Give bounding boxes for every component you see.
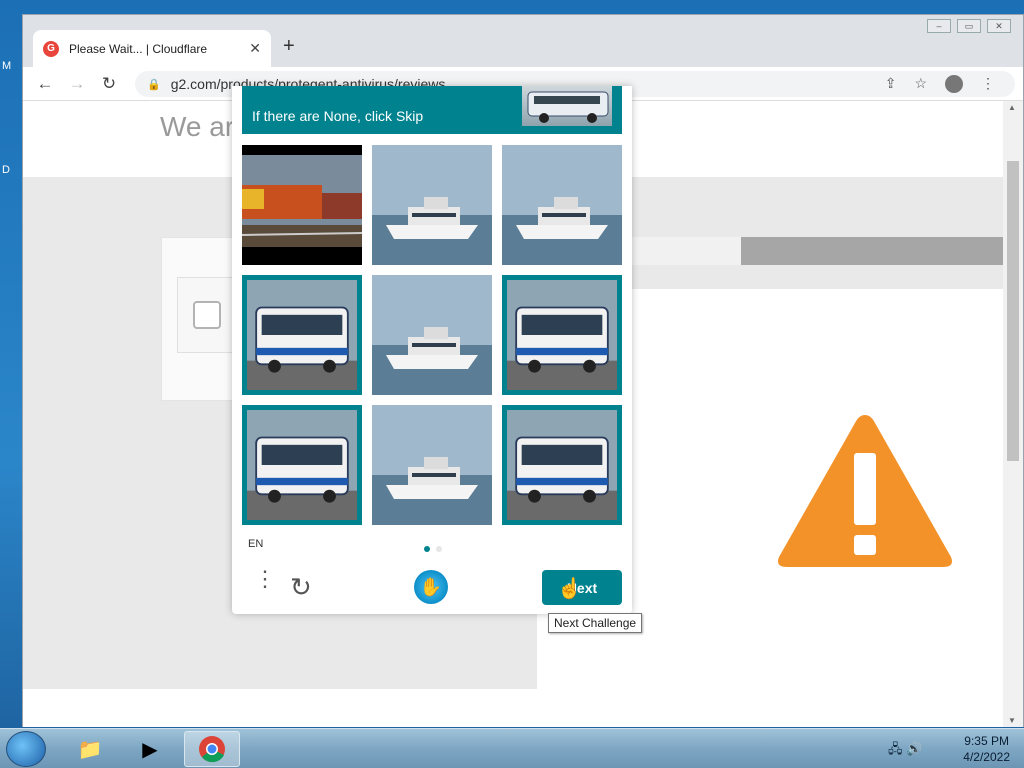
file-explorer-icon[interactable]: 📁 — [62, 731, 118, 767]
hand-cursor-icon: ☝ — [557, 578, 582, 600]
desktop-icon-label: M — [2, 60, 12, 72]
page-dot-active — [424, 546, 430, 552]
next-tooltip: Next Challenge — [548, 613, 643, 633]
lock-icon: 🔒 — [147, 78, 161, 91]
new-tab-button[interactable]: + — [283, 35, 295, 58]
page-dot — [436, 546, 442, 552]
taskbar: 📁 ▶ 🖧 🔊 9:35 PM 4/2/2022 — [0, 728, 1024, 768]
captcha-image-tile-bus[interactable] — [502, 275, 622, 395]
bookmark-star-icon[interactable]: ☆ — [914, 75, 927, 93]
browser-tab[interactable]: G Please Wait... | Cloudflare ✕ — [33, 30, 271, 67]
captcha-image-tile-boat[interactable] — [372, 405, 492, 525]
forward-icon[interactable]: → — [61, 74, 93, 94]
chrome-icon[interactable] — [184, 731, 240, 767]
reload-icon[interactable]: ↻ — [93, 74, 125, 94]
menu-icon[interactable]: ⋮ — [254, 568, 276, 590]
captcha-checkbox[interactable] — [193, 301, 221, 329]
minimize-icon[interactable]: – — [927, 19, 951, 33]
page-indicator — [424, 546, 442, 552]
start-button[interactable] — [6, 731, 46, 767]
prompt-text: If there are None, click Skip — [252, 108, 424, 124]
next-button[interactable]: Next — [542, 570, 622, 605]
media-player-icon[interactable]: ▶ — [122, 731, 178, 767]
example-image — [522, 86, 612, 126]
scroll-up-icon[interactable]: ▲ — [1008, 103, 1016, 112]
clock-date: 4/2/2022 — [963, 750, 1010, 764]
desktop-icon-label: D — [2, 164, 10, 176]
g2-favicon-icon: G — [43, 40, 59, 57]
scroll-down-icon[interactable]: ▼ — [1008, 716, 1016, 725]
decor-bar — [623, 237, 741, 265]
captcha-challenge-modal: If there are None, click Skip EN ⋮ ↻ ✋ N… — [232, 86, 632, 614]
close-icon[interactable]: ✕ — [987, 19, 1011, 33]
captcha-image-tile-train[interactable] — [242, 145, 362, 265]
scroll-thumb[interactable] — [1007, 161, 1019, 461]
warning-icon — [775, 411, 955, 576]
language-selector[interactable]: EN — [248, 538, 263, 550]
title-bar: G Please Wait... | Cloudflare ✕ + – ▭ ✕ — [23, 15, 1023, 67]
profile-avatar-icon[interactable] — [945, 75, 963, 93]
tray-network-volume-icon[interactable]: 🖧 🔊 — [888, 740, 922, 762]
clock[interactable]: 9:35 PM 4/2/2022 — [963, 733, 1010, 765]
clock-time: 9:35 PM — [964, 734, 1009, 748]
captcha-image-tile-bus[interactable] — [242, 405, 362, 525]
share-icon[interactable]: ⇪ — [885, 75, 897, 93]
captcha-image-tile-boat[interactable] — [502, 145, 622, 265]
window-controls-back: – ▭ ✕ — [927, 19, 1011, 33]
challenge-prompt: If there are None, click Skip — [242, 86, 622, 134]
close-tab-icon[interactable]: ✕ — [249, 40, 261, 57]
captcha-image-tile-boat[interactable] — [372, 275, 492, 395]
captcha-image-tile-bus[interactable] — [502, 405, 622, 525]
captcha-image-tile-boat[interactable] — [372, 145, 492, 265]
menu-kebab-icon[interactable]: ⋮ — [981, 75, 995, 93]
image-grid — [242, 145, 622, 525]
back-icon[interactable]: ← — [29, 74, 61, 94]
tab-title: Please Wait... | Cloudflare — [69, 41, 208, 56]
refresh-challenge-icon[interactable]: ↻ — [290, 572, 312, 603]
hcaptcha-logo-icon: ✋ — [414, 570, 448, 604]
vertical-scrollbar[interactable]: ▲ ▼ — [1003, 101, 1023, 727]
decor-bar-dark — [741, 237, 1003, 265]
maximize-icon[interactable]: ▭ — [957, 19, 981, 33]
captcha-image-tile-bus[interactable] — [242, 275, 362, 395]
